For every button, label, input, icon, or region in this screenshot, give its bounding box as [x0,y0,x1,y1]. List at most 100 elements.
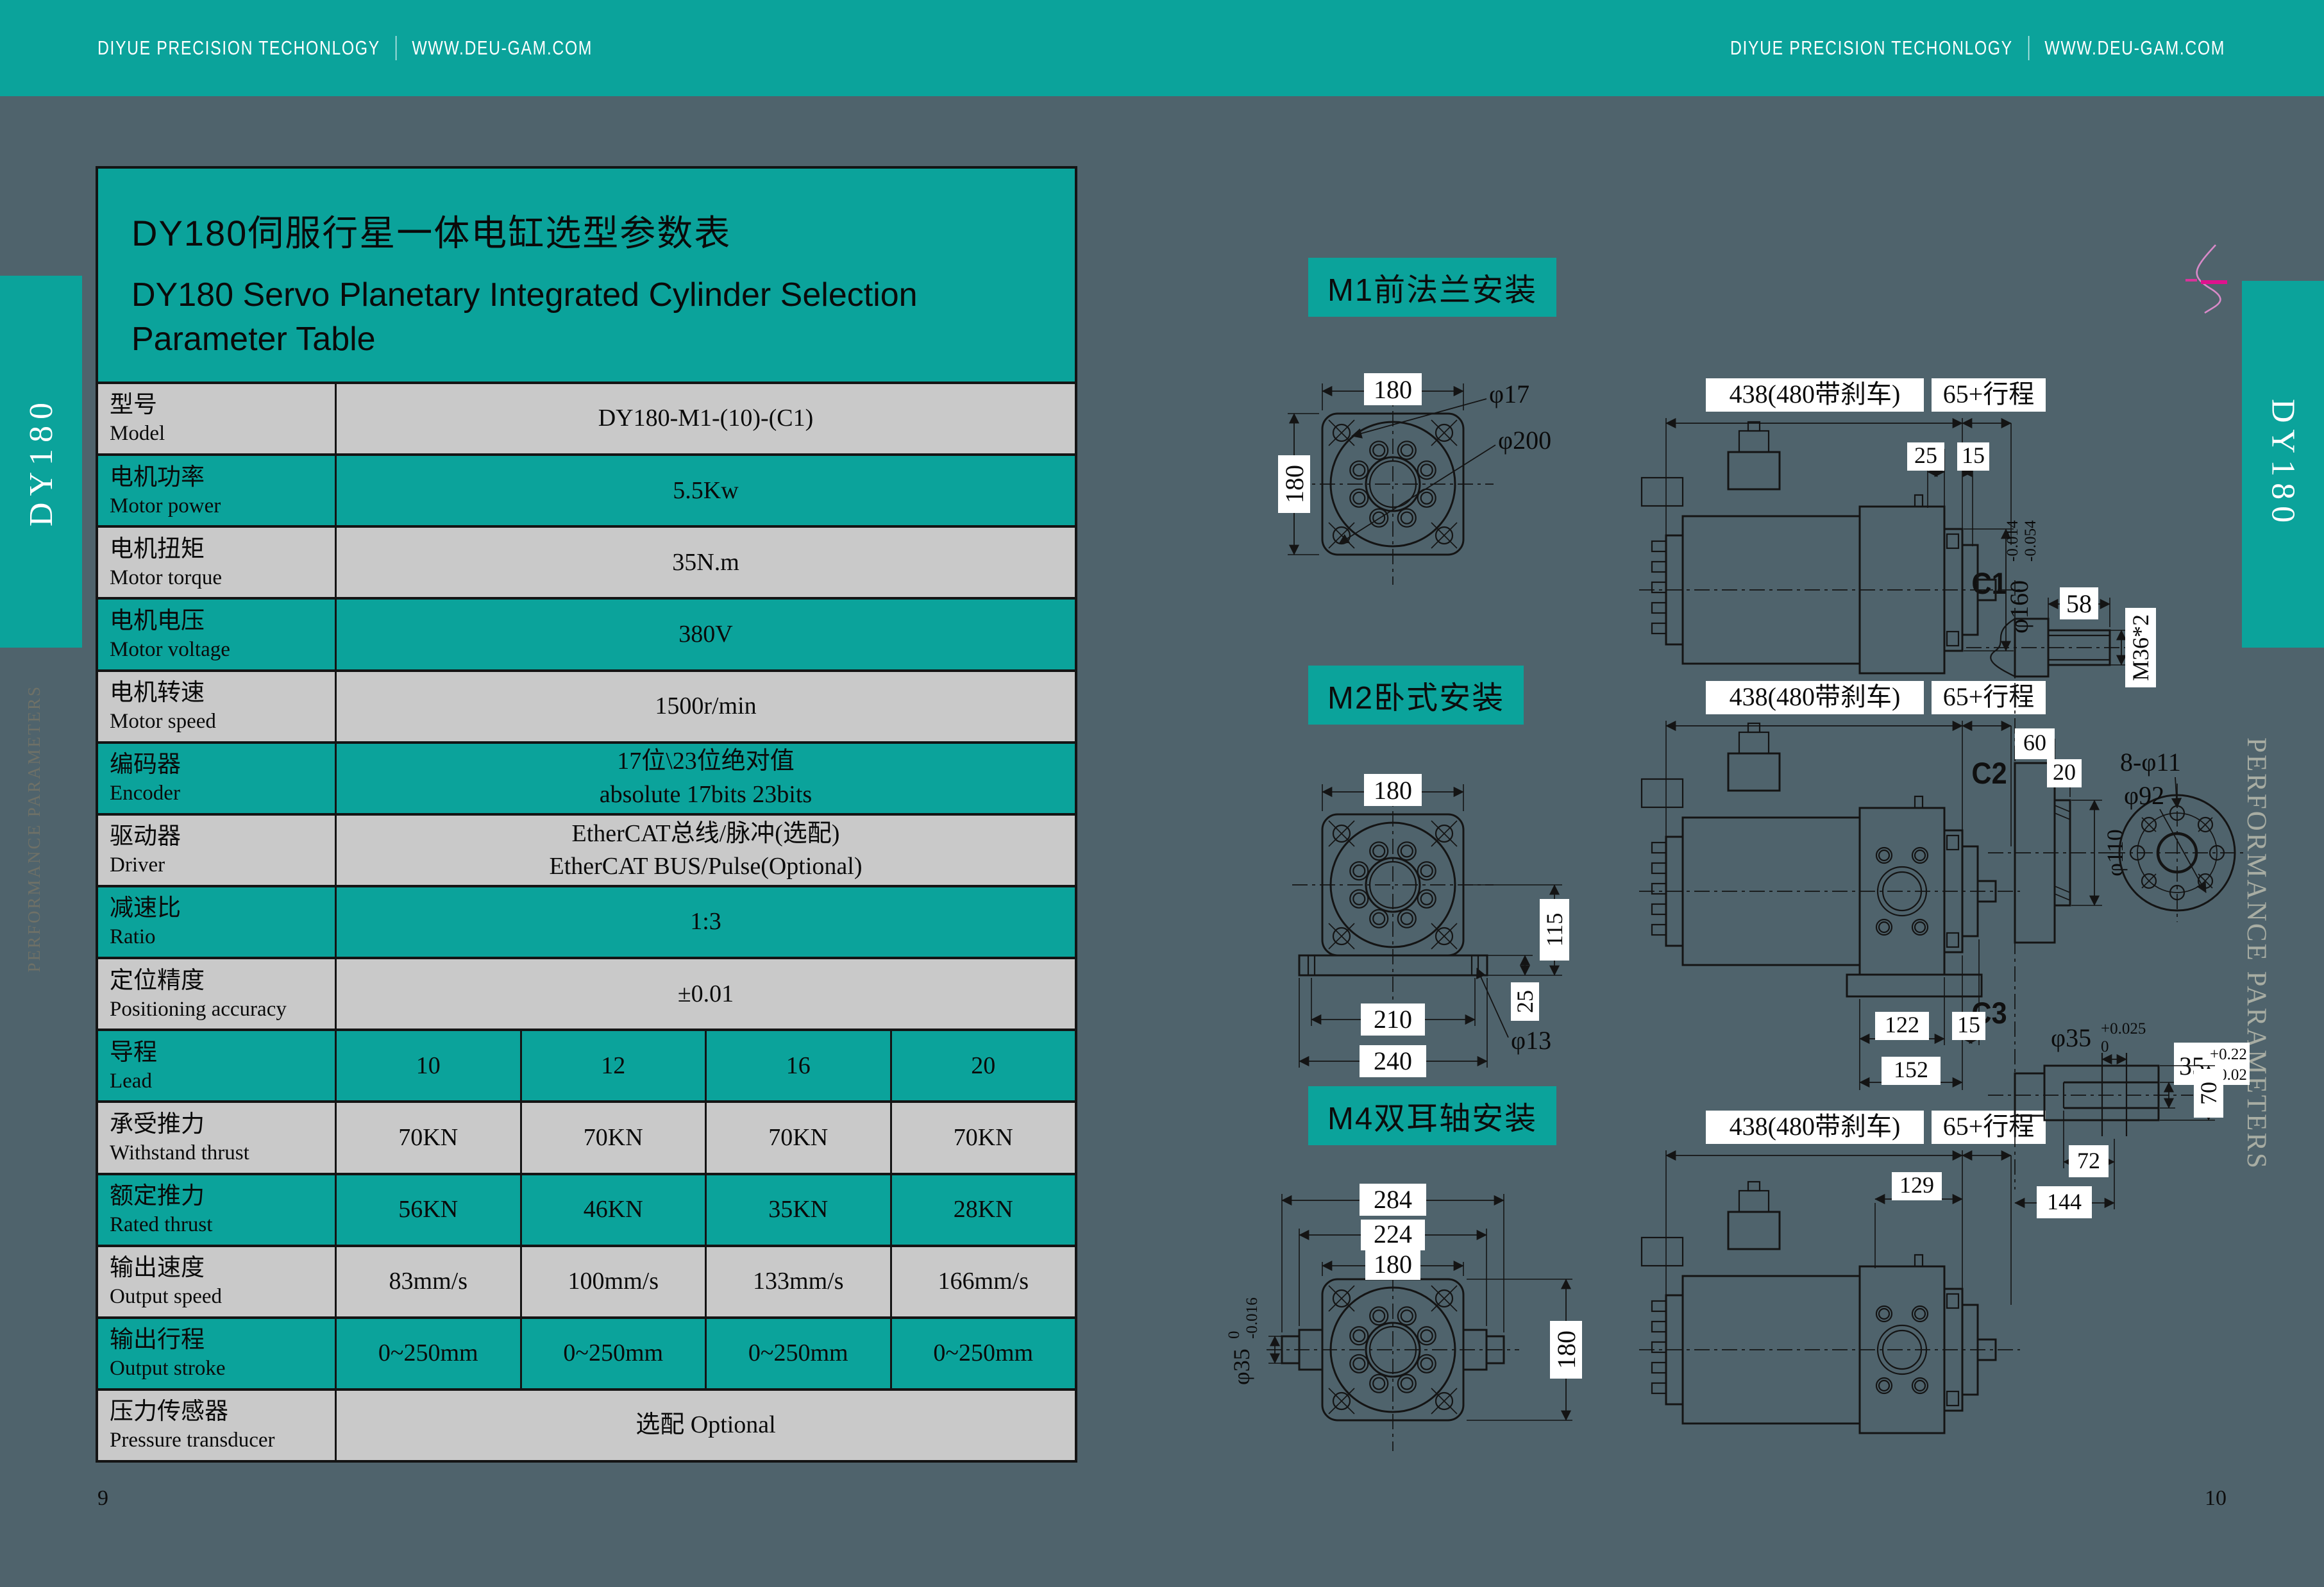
header-right: DIYUE PRECISION TECHONLOGY WWW.DEU-GAM.C… [1730,0,2225,96]
row-label-en: Model [110,421,335,447]
row-label-en: Driver [110,852,335,878]
row-value: 133mm/s [705,1247,890,1316]
dim-m4-224: 224 [1374,1220,1412,1248]
dim-m4-180h: 180 [1552,1331,1581,1369]
website-text: WWW.DEU-GAM.COM [412,37,593,60]
table-row-positioning-accuracy: 定位精度Positioning accuracy ±0.01 [98,957,1075,1029]
dim-m1-hole: φ17 [1489,380,1529,408]
row-label-zh: 额定推力 [110,1181,335,1212]
dim-m2-25: 25 [1512,990,1538,1013]
row-value: EtherCAT总线/脉冲(选配)EtherCAT BUS/Pulse(Opti… [337,816,1075,885]
row-label-en: Motor voltage [110,637,335,663]
table-title-block: DY180伺服行星一体电缸选型参数表 DY180 Servo Planetary… [98,169,1075,382]
row-label-zh: 电机转速 [110,678,335,709]
dim-m1-stroke: 65+行程 [1943,380,2035,408]
dim-m4-129: 129 [1899,1172,1934,1198]
row-value: 12 [520,1031,705,1100]
svg-text:+0.22: +0.22 [2210,1046,2247,1063]
technical-drawings: 180 180 φ17 φ200 [1161,103,2324,1587]
row-value: 10 [337,1031,520,1100]
dim-m2-length: 438(480带刹车) [1730,682,1901,711]
dim-m2-hole: φ13 [1511,1026,1551,1055]
dim-m1-bolt-circle: φ200 [1498,426,1551,455]
dim-m4-180w: 180 [1374,1250,1412,1279]
row-label-zh: 压力传感器 [110,1397,335,1427]
dim-m1-15: 15 [1962,442,1985,468]
brand-text: DIYUE PRECISION TECHONLOGY [97,37,380,60]
svg-text:-0.016: -0.016 [1243,1297,1261,1339]
row-label-zh: 型号 [110,390,335,421]
dim-m1-shaft: φ160 -0.014 -0.054 [2004,520,2039,634]
row-value: 0~250mm [890,1319,1075,1388]
row-value: 20 [890,1031,1075,1100]
page-number-left: 9 [97,1486,108,1511]
table-row-motor-power: 电机功率Motor power 5.5Kw [98,453,1075,525]
m4-side-view: 438(480带刹车) 65+行程 129 [1639,1111,2046,1433]
row-value: 0~250mm [705,1319,890,1388]
header-divider [396,36,397,60]
dim-m4-pin: φ35 0 -0.016 [1225,1297,1261,1385]
watermark-left: PERFORMANCE PARAMETERS [24,685,44,972]
dim-c3-70: 70 [2196,1082,2221,1105]
page-number-right: 10 [2200,1486,2232,1511]
row-label-en: Rated thrust [110,1212,335,1238]
row-label-zh: 输出速度 [110,1253,335,1284]
dim-m2-115: 115 [1542,913,1567,947]
table-row-motor-voltage: 电机电压Motor voltage 380V [98,597,1075,669]
row-value: 380V [337,600,1075,669]
c2-drawing: 60 20 φ110 8-φ11 [1988,728,2244,943]
header-divider [2028,36,2030,60]
dim-m2-152: 152 [1894,1057,1928,1082]
dim-m2-stroke: 65+行程 [1943,682,2035,711]
m1-side-view: 438(480带刹车) 65+行程 25 15 φ160 -0.014 -0.0… [1639,378,2046,673]
header-band: DIYUE PRECISION TECHONLOGY WWW.DEU-GAM.C… [0,0,2324,96]
row-label-en: Output stroke [110,1356,335,1382]
dim-c3-144: 144 [2047,1189,2082,1214]
parameter-table: DY180伺服行星一体电缸选型参数表 DY180 Servo Planetary… [96,166,1077,1463]
table-row-driver: 驱动器Driver EtherCAT总线/脉冲(选配)EtherCAT BUS/… [98,813,1075,885]
catalog-page: DIYUE PRECISION TECHONLOGY WWW.DEU-GAM.C… [0,0,2324,1587]
table-row-motor-torque: 电机扭矩Motor torque 35N.m [98,525,1075,597]
row-label-en: Encoder [110,780,335,807]
header-left: DIYUE PRECISION TECHONLOGY WWW.DEU-GAM.C… [97,0,593,96]
row-label-zh: 定位精度 [110,966,335,996]
table-title-en: DY180 Servo Planetary Integrated Cylinde… [131,273,1075,361]
dim-m4-length: 438(480带刹车) [1730,1112,1901,1141]
dim-m1-height: 180 [1280,465,1309,503]
dim-m1-width: 180 [1374,375,1412,404]
model-vertical-text: DY180 [22,396,60,526]
row-label-zh: 导程 [110,1037,335,1068]
row-value: DY180-M1-(10)-(C1) [337,384,1075,453]
dim-m1-25: 25 [1914,442,1937,468]
dim-c3-72: 72 [2077,1148,2100,1173]
svg-text:φ35: φ35 [2051,1023,2091,1052]
row-value: 28KN [890,1175,1075,1245]
table-row-model: 型号Model DY180-M1-(10)-(C1) [98,382,1075,453]
svg-text:-0.054: -0.054 [2022,520,2039,562]
dim-c2-20: 20 [2053,759,2076,785]
c1-drawing: 58 M36*2 [1966,580,2156,1189]
table-title-zh: DY180伺服行星一体电缸选型参数表 [131,205,1075,256]
dim-m2-122: 122 [1885,1012,1919,1037]
dim-m1-length: 438(480带刹车) [1730,380,1901,408]
row-value: 0~250mm [337,1319,520,1388]
dim-c1-thread: M36*2 [2128,614,2153,681]
row-label-zh: 输出行程 [110,1325,335,1356]
row-label-zh: 编码器 [110,750,335,780]
row-label-en: Motor power [110,493,335,519]
table-row-output-speed: 输出速度Output speed 83mm/s 100mm/s 133mm/s … [98,1245,1075,1316]
dim-c1-58: 58 [2066,589,2092,618]
row-label-en: Output speed [110,1284,335,1310]
pink-squiggle [2185,245,2227,313]
dim-c2-60: 60 [2023,730,2046,755]
table-row-lead: 导程Lead 10 12 16 20 [98,1029,1075,1100]
row-value: 70KN [705,1103,890,1172]
table-row-encoder: 编码器Encoder 17位\23位绝对值absolute 17bits 23b… [98,741,1075,813]
row-value: 83mm/s [337,1247,520,1316]
svg-text:0: 0 [1225,1331,1243,1339]
row-value: 166mm/s [890,1247,1075,1316]
brand-text: DIYUE PRECISION TECHONLOGY [1730,37,2013,60]
side-tab-model-left: DY180 [0,276,82,648]
row-label-en: Ratio [110,924,335,950]
dim-m2-240: 240 [1374,1046,1412,1075]
